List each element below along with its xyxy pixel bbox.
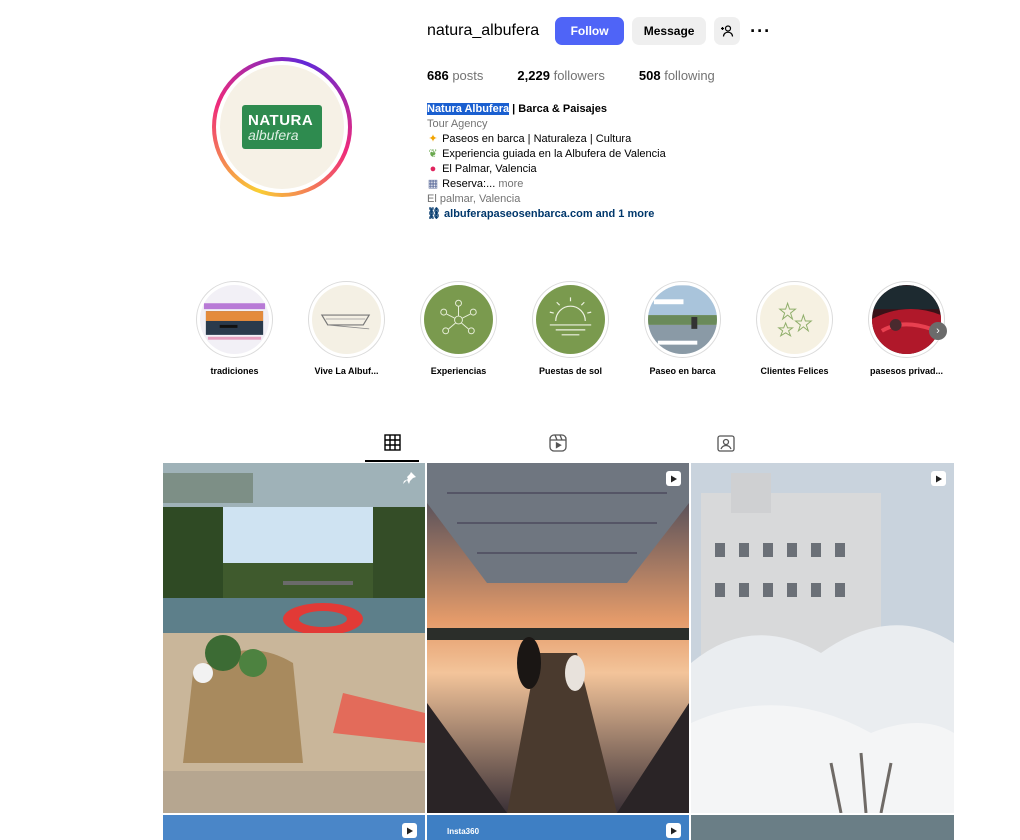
grid-icon bbox=[383, 434, 401, 451]
profile-stats: 686 posts 2,229 followers 508 following bbox=[427, 68, 715, 83]
reel-icon bbox=[666, 471, 681, 486]
profile-tabs bbox=[163, 428, 954, 462]
profile-username: natura_albufera bbox=[427, 22, 540, 39]
highlight-label: Clientes Felices bbox=[760, 366, 829, 376]
sparkle-icon: ✦ bbox=[428, 133, 438, 145]
profile-website[interactable]: ⛓ albuferapaseosenbarca.com and 1 more bbox=[427, 207, 767, 222]
logo-line1: NATURA bbox=[248, 111, 314, 129]
post-image bbox=[691, 815, 954, 840]
calendar-icon: ▦ bbox=[427, 178, 439, 190]
highlight-paseo-en-barca[interactable]: Paseo en barca bbox=[644, 281, 721, 376]
profile-bio: Natura Albufera | Barca & Paisajes Tour … bbox=[427, 102, 767, 222]
profile-category: Tour Agency bbox=[427, 118, 488, 130]
logo-line2: albufera bbox=[248, 126, 299, 143]
leaf-icon: ❦ bbox=[428, 148, 438, 160]
link-icon: ⛓ bbox=[427, 208, 441, 220]
highlight-label: pasesos privad... bbox=[869, 366, 944, 376]
highlights-next-chevron-icon[interactable]: › bbox=[929, 322, 947, 340]
highlight-label: Vive La Albuf... bbox=[314, 366, 379, 376]
highlight-label: Experiencias bbox=[430, 366, 487, 376]
post-thumbnail[interactable] bbox=[691, 463, 954, 813]
profile-avatar[interactable]: NATURA albufera bbox=[212, 57, 352, 197]
highlight-clientes-felices[interactable]: Clientes Felices bbox=[756, 281, 833, 376]
pin-icon: ● bbox=[429, 163, 437, 175]
reel-icon bbox=[402, 823, 417, 838]
highlight-cover bbox=[536, 285, 605, 354]
highlight-label: Puestas de sol bbox=[538, 366, 603, 376]
highlight-cover bbox=[200, 285, 269, 354]
post-image bbox=[427, 463, 689, 813]
post-thumbnail[interactable] bbox=[163, 463, 425, 813]
highlight-cover bbox=[312, 285, 381, 354]
tab-tagged[interactable] bbox=[699, 428, 753, 462]
posts-stat: 686 posts bbox=[427, 68, 484, 83]
highlight-label: tradiciones bbox=[210, 366, 259, 376]
profile-location: El palmar, Valencia bbox=[427, 193, 521, 205]
message-button[interactable]: Message bbox=[632, 17, 707, 45]
add-person-icon bbox=[721, 25, 734, 37]
post-image bbox=[163, 463, 425, 813]
pinned-icon bbox=[403, 471, 417, 490]
highlight-tradiciones[interactable]: tradiciones bbox=[196, 281, 273, 376]
following-stat[interactable]: 508 following bbox=[639, 68, 715, 83]
post-image bbox=[691, 463, 954, 813]
natura-albufera-logo: NATURA albufera bbox=[242, 105, 322, 149]
tab-posts[interactable] bbox=[365, 428, 419, 462]
bio-line-4: Reserva:... bbox=[442, 178, 496, 190]
profile-name-suffix: | Barca & Paisajes bbox=[509, 103, 607, 115]
post-image bbox=[163, 815, 425, 840]
tab-reels[interactable] bbox=[531, 428, 585, 462]
highlight-label: Paseo en barca bbox=[649, 366, 716, 376]
highlight-puestas-de-sol[interactable]: Puestas de sol bbox=[532, 281, 609, 376]
more-options-icon[interactable]: ··· bbox=[750, 21, 771, 42]
highlight-cover bbox=[648, 285, 717, 354]
post-thumbnail[interactable] bbox=[691, 815, 954, 840]
bio-more-link[interactable]: more bbox=[498, 178, 523, 190]
bio-line-2: Experiencia guiada en la Albufera de Val… bbox=[442, 148, 666, 160]
post-thumbnail[interactable] bbox=[163, 815, 425, 840]
followers-stat[interactable]: 2,229 followers bbox=[517, 68, 604, 83]
profile-actions: natura_albufera Follow Message ··· bbox=[427, 17, 771, 45]
reel-icon bbox=[666, 823, 681, 838]
tagged-icon bbox=[717, 435, 735, 452]
highlight-vive-la-albufera[interactable]: Vive La Albuf... bbox=[308, 281, 385, 376]
post-watermark: Insta360 bbox=[447, 827, 480, 836]
highlight-experiencias[interactable]: Experiencias bbox=[420, 281, 497, 376]
profile-display-name: Natura Albufera bbox=[427, 103, 510, 115]
highlight-cover bbox=[760, 285, 829, 354]
suggested-accounts-button[interactable] bbox=[714, 17, 741, 45]
story-highlights: tradiciones Vive La Albuf... Experiencia… bbox=[196, 281, 945, 376]
post-thumbnail[interactable] bbox=[427, 463, 689, 813]
bio-line-3: El Palmar, Valencia bbox=[442, 163, 537, 175]
highlight-cover bbox=[872, 285, 941, 354]
reels-icon bbox=[549, 434, 567, 452]
post-thumbnail[interactable]: Insta360 bbox=[427, 815, 689, 840]
bio-line-1: Paseos en barca | Naturaleza | Cultura bbox=[442, 133, 632, 145]
follow-button[interactable]: Follow bbox=[555, 17, 625, 45]
highlight-cover bbox=[424, 285, 493, 354]
reel-icon bbox=[931, 471, 946, 486]
